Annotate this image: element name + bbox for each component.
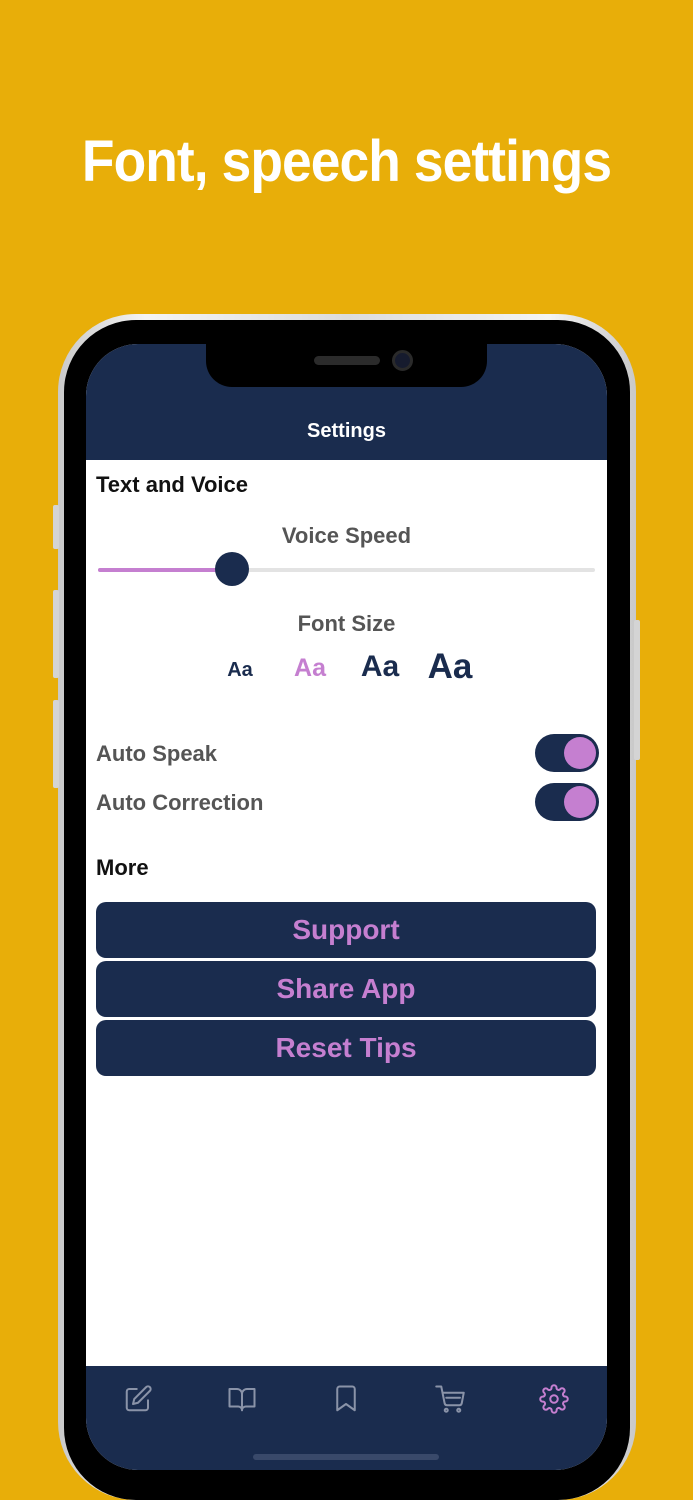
auto-correction-label: Auto Correction — [96, 790, 264, 815]
toggle-knob — [564, 786, 596, 818]
power-button — [634, 620, 640, 760]
support-button[interactable]: Support — [96, 902, 596, 958]
font-size-option-xlarge[interactable]: Aa — [415, 647, 485, 687]
home-indicator — [253, 1454, 439, 1460]
slider-fill — [98, 568, 233, 572]
volume-down-button — [53, 700, 59, 788]
voice-speed-label: Voice Speed — [281, 523, 412, 548]
front-camera — [392, 350, 413, 371]
notch — [206, 344, 487, 387]
bookmark-icon[interactable] — [331, 1384, 361, 1414]
book-icon[interactable] — [227, 1384, 257, 1414]
page-title: Settings — [307, 420, 386, 442]
reset-tips-button[interactable]: Reset Tips — [96, 1020, 596, 1076]
volume-up-button — [53, 590, 59, 678]
speaker — [314, 356, 380, 365]
edit-icon[interactable] — [123, 1384, 153, 1414]
section-title-more: More — [96, 855, 149, 880]
phone-screen: Settings Text and Voice Voice Speed Font… — [86, 344, 607, 1470]
share-app-button[interactable]: Share App — [96, 961, 596, 1017]
font-size-option-medium[interactable]: Aa — [275, 654, 345, 683]
font-size-option-small[interactable]: Aa — [205, 659, 275, 682]
tab-bar — [86, 1366, 607, 1470]
auto-speak-label: Auto Speak — [96, 741, 218, 766]
gear-icon[interactable] — [539, 1384, 569, 1414]
auto-correction-toggle[interactable] — [535, 783, 599, 821]
auto-speak-toggle[interactable] — [535, 734, 599, 772]
slider-thumb[interactable] — [215, 552, 250, 586]
toggle-knob — [564, 737, 596, 769]
section-title-text-voice: Text and Voice — [96, 472, 249, 497]
font-size-label: Font Size — [297, 611, 396, 636]
headline: Font, speech settings — [81, 129, 612, 194]
cart-icon[interactable] — [435, 1384, 465, 1414]
voice-speed-slider[interactable] — [98, 568, 595, 572]
mute-switch — [53, 505, 59, 549]
font-size-option-large[interactable]: Aa — [345, 650, 415, 684]
